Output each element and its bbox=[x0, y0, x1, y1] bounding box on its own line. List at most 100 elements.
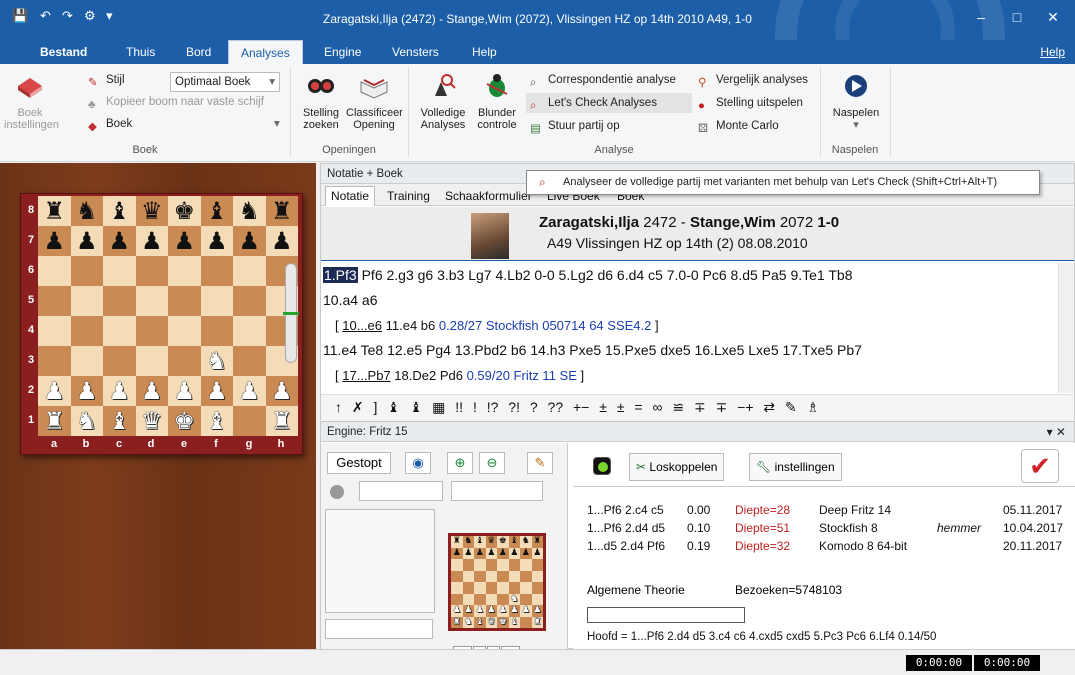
black-piece[interactable]: ♟ bbox=[206, 227, 228, 255]
tab-notatie[interactable]: Notatie bbox=[325, 186, 376, 206]
board-square[interactable]: ♟ bbox=[233, 376, 266, 406]
menu-bord[interactable]: Bord bbox=[174, 40, 223, 64]
board-square[interactable] bbox=[200, 316, 233, 346]
board-square[interactable] bbox=[168, 316, 201, 346]
engine-field[interactable] bbox=[359, 481, 443, 501]
black-piece[interactable]: ♟ bbox=[271, 227, 293, 255]
instellingen-button[interactable]: 🔧︎ instellingen bbox=[749, 453, 842, 481]
board-square[interactable]: ♜ bbox=[38, 406, 71, 436]
board-square[interactable] bbox=[135, 256, 168, 286]
board-square[interactable]: ♜ bbox=[265, 196, 298, 226]
help-link[interactable]: Help bbox=[1040, 40, 1065, 64]
boek-button[interactable]: ◆ Boek ▾ bbox=[88, 114, 280, 134]
engine-field[interactable] bbox=[325, 619, 433, 639]
board-square[interactable] bbox=[70, 346, 103, 376]
board-square[interactable]: ♟ bbox=[38, 226, 71, 256]
white-piece[interactable]: ♟ bbox=[238, 377, 260, 405]
menu-bestand[interactable]: Bestand bbox=[28, 40, 99, 64]
board-square[interactable] bbox=[38, 316, 71, 346]
board-square[interactable] bbox=[135, 346, 168, 376]
board-square[interactable]: ♛ bbox=[135, 196, 168, 226]
board-square[interactable] bbox=[103, 316, 136, 346]
board-square[interactable]: ♟ bbox=[103, 226, 136, 256]
blunder-controle-button[interactable]: Blunder controle bbox=[472, 72, 522, 131]
minimize-button[interactable]: – bbox=[966, 6, 996, 28]
board-square[interactable]: ♚ bbox=[168, 406, 201, 436]
variation[interactable]: [ 17...Pb7 18.De2 Pd6 0.59/20 Fritz 11 S… bbox=[323, 363, 1057, 388]
white-piece[interactable]: ♟ bbox=[108, 377, 130, 405]
board-square[interactable]: ♚ bbox=[168, 196, 201, 226]
black-piece[interactable]: ♟ bbox=[238, 227, 260, 255]
engine-field[interactable] bbox=[451, 481, 543, 501]
lets-check-icon[interactable]: ✔ bbox=[1021, 449, 1059, 483]
black-piece[interactable]: ♞ bbox=[238, 197, 260, 225]
white-piece[interactable]: ♟ bbox=[43, 377, 65, 405]
board-square[interactable] bbox=[200, 256, 233, 286]
white-piece[interactable]: ♞ bbox=[76, 407, 98, 435]
white-piece[interactable]: ♜ bbox=[43, 407, 65, 435]
white-piece[interactable]: ♜ bbox=[271, 407, 293, 435]
board-square[interactable]: ♟ bbox=[200, 376, 233, 406]
maximize-button[interactable]: □ bbox=[1002, 6, 1032, 28]
board-square[interactable]: ♞ bbox=[70, 406, 103, 436]
black-piece[interactable]: ♟ bbox=[76, 227, 98, 255]
tab-training[interactable]: Training bbox=[381, 186, 436, 206]
white-piece[interactable]: ♝ bbox=[108, 407, 130, 435]
board-square[interactable]: ♟ bbox=[168, 376, 201, 406]
menu-engine[interactable]: Engine bbox=[312, 40, 373, 64]
chessboard[interactable]: ♜ ♞ ♝ ♛ ♚ ♝ ♞ ♜ ♟ ♟ ♟ ♟ ♟ ♟ ♟ ♟ ♞ ♟ ♟ ♟ ♟ ♟ ♟ ♟ ♟ ♜ ♞ ♝ ♛ ♚ ♝ ♜ bbox=[38, 196, 298, 436]
board-square[interactable]: ♟ bbox=[103, 376, 136, 406]
board-square[interactable] bbox=[70, 286, 103, 316]
board-square[interactable] bbox=[103, 346, 136, 376]
board-square[interactable]: ♟ bbox=[265, 226, 298, 256]
black-piece[interactable]: ♟ bbox=[173, 227, 195, 255]
moves-line[interactable]: 10.a4 a6 bbox=[323, 288, 1057, 313]
menu-thuis[interactable]: Thuis bbox=[114, 40, 167, 64]
boek-select[interactable]: Optimaal Boek ▾ bbox=[170, 72, 280, 92]
board-square[interactable]: ♟ bbox=[70, 376, 103, 406]
board-square[interactable] bbox=[70, 256, 103, 286]
board-square[interactable]: ♞ bbox=[233, 196, 266, 226]
board-square[interactable] bbox=[103, 286, 136, 316]
menu-analyses[interactable]: Analyses bbox=[228, 40, 303, 64]
loskoppelen-button[interactable]: ✂ Loskoppelen bbox=[629, 453, 725, 481]
board-square[interactable] bbox=[200, 286, 233, 316]
board-square[interactable] bbox=[233, 316, 266, 346]
board-square[interactable]: ♟ bbox=[200, 226, 233, 256]
black-piece[interactable]: ♜ bbox=[271, 197, 293, 225]
board-square[interactable] bbox=[233, 406, 266, 436]
board-square[interactable]: ♟ bbox=[70, 226, 103, 256]
remove-engine-icon[interactable]: ⊖ bbox=[479, 452, 505, 474]
board-square[interactable] bbox=[70, 316, 103, 346]
board-square[interactable]: ♟ bbox=[38, 376, 71, 406]
white-piece[interactable]: ♝ bbox=[206, 407, 228, 435]
white-piece[interactable]: ♟ bbox=[206, 377, 228, 405]
naspelen-button[interactable]: Naspelen ▾ bbox=[826, 72, 886, 131]
classificeer-opening-button[interactable]: Classificeer Opening bbox=[346, 72, 403, 131]
board-square[interactable] bbox=[135, 286, 168, 316]
black-piece[interactable]: ♟ bbox=[141, 227, 163, 255]
board-square[interactable]: ♝ bbox=[103, 196, 136, 226]
lets-check-analyses-button[interactable]: ⌕ Let's Check Analyses bbox=[526, 93, 692, 113]
notation-scrollbar[interactable] bbox=[1058, 263, 1074, 393]
board-square[interactable] bbox=[168, 286, 201, 316]
moves-line[interactable]: Pf6 2.g3 g6 3.b3 Lg7 4.Lb2 0-0 5.Lg2 d6 … bbox=[358, 267, 853, 283]
edit-engine-icon[interactable]: ✎ bbox=[527, 452, 553, 474]
board-square[interactable] bbox=[38, 256, 71, 286]
black-piece[interactable]: ♜ bbox=[43, 197, 65, 225]
board-square[interactable]: ♜ bbox=[265, 406, 298, 436]
board-square[interactable]: ♟ bbox=[168, 226, 201, 256]
board-square[interactable] bbox=[103, 256, 136, 286]
white-piece[interactable]: ♟ bbox=[271, 377, 293, 405]
black-piece[interactable]: ♚ bbox=[173, 197, 195, 225]
board-square[interactable] bbox=[168, 256, 201, 286]
moves-line[interactable]: 11.e4 Te8 12.e5 Pg4 13.Pbd2 b6 14.h3 Pxe… bbox=[323, 338, 1057, 363]
white-piece[interactable]: ♚ bbox=[173, 407, 195, 435]
board-square[interactable]: ♞ bbox=[70, 196, 103, 226]
start-engine-icon[interactable]: ◉ bbox=[405, 452, 431, 474]
board-square[interactable]: ♞ bbox=[200, 346, 233, 376]
black-piece[interactable]: ♝ bbox=[108, 197, 130, 225]
white-piece[interactable]: ♟ bbox=[76, 377, 98, 405]
monte-carlo-button[interactable]: ⚄ Monte Carlo bbox=[698, 116, 779, 136]
board-square[interactable] bbox=[38, 346, 71, 376]
